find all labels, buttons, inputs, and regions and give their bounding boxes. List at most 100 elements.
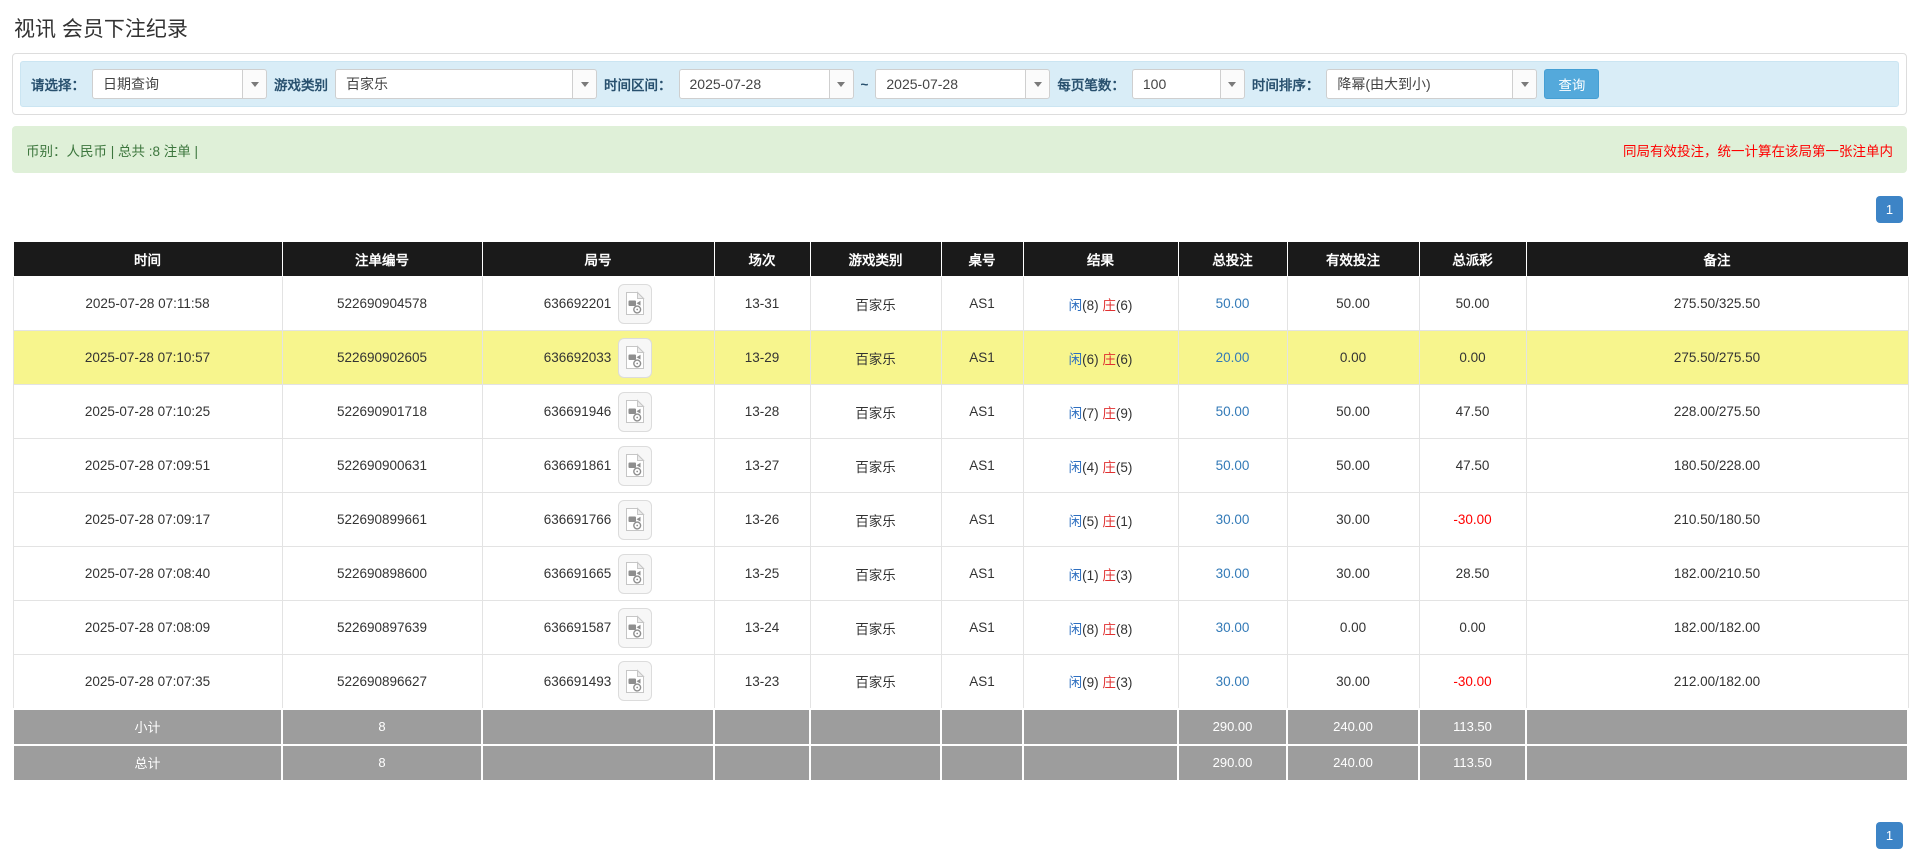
- result-banker: 庄: [1102, 298, 1116, 313]
- table-row: 2025-07-28 07:10:57522690902605636692033…: [13, 331, 1908, 385]
- total-bet-link[interactable]: 50.00: [1216, 404, 1250, 419]
- video-icon: [625, 345, 645, 370]
- result-player: 闲: [1069, 622, 1083, 637]
- table-row: 2025-07-28 07:11:58522690904578636692201…: [13, 277, 1908, 331]
- total-bet-link[interactable]: 50.00: [1216, 458, 1250, 473]
- summary-valid-bet: 240.00: [1287, 709, 1419, 745]
- summary-payout: 113.50: [1419, 745, 1526, 781]
- cell-total-bet: 30.00: [1178, 547, 1287, 601]
- column-header: 总投注: [1178, 242, 1287, 277]
- cell-time: 2025-07-28 07:10:25: [13, 385, 282, 439]
- sort-order-value[interactable]: 降幂(由大到小): [1326, 69, 1512, 99]
- result-banker: 庄: [1102, 568, 1116, 583]
- cell-total-bet: 20.00: [1178, 331, 1287, 385]
- cell-bet-id: 522690904578: [282, 277, 482, 331]
- result-banker: 庄: [1102, 352, 1116, 367]
- page-size-value[interactable]: 100: [1132, 69, 1220, 99]
- cell-result: 闲(1) 庄(3): [1023, 547, 1178, 601]
- total-bet-link[interactable]: 30.00: [1216, 674, 1250, 689]
- video-icon: [625, 615, 645, 640]
- cell-remark: 275.50/325.50: [1526, 277, 1908, 331]
- cell-remark: 210.50/180.50: [1526, 493, 1908, 547]
- video-replay-button[interactable]: [618, 392, 652, 432]
- result-player: 闲: [1069, 406, 1083, 421]
- cell-result: 闲(8) 庄(6): [1023, 277, 1178, 331]
- total-bet-link[interactable]: 30.00: [1216, 512, 1250, 527]
- summary-count: 8: [282, 745, 482, 781]
- video-icon: [625, 453, 645, 478]
- cell-table-no: AS1: [941, 331, 1023, 385]
- date-from-value[interactable]: 2025-07-28: [679, 69, 829, 99]
- page-size-select[interactable]: 100: [1132, 69, 1245, 99]
- query-mode-label: 请选择：: [31, 74, 85, 94]
- result-banker: 庄: [1102, 622, 1116, 637]
- chevron-down-icon[interactable]: [1512, 69, 1537, 99]
- currency-summary-text: 币别：人民币 | 总共 :8 注单 |: [26, 140, 198, 160]
- page-size-label: 每页笔数：: [1057, 74, 1125, 94]
- video-icon: [625, 399, 645, 424]
- cell-result: 闲(8) 庄(8): [1023, 601, 1178, 655]
- cell-payout: -30.00: [1419, 493, 1526, 547]
- cell-session: 13-27: [714, 439, 810, 493]
- table-header-row: 时间注单编号局号场次游戏类别桌号结果总投注有效投注总派彩备注: [13, 242, 1908, 277]
- date-to-value[interactable]: 2025-07-28: [875, 69, 1025, 99]
- cell-valid-bet: 30.00: [1287, 655, 1419, 709]
- cell-total-bet: 50.00: [1178, 385, 1287, 439]
- search-button[interactable]: 查询: [1544, 69, 1599, 99]
- video-replay-button[interactable]: [618, 554, 652, 594]
- chevron-down-icon[interactable]: [572, 69, 597, 99]
- cell-valid-bet: 50.00: [1287, 385, 1419, 439]
- cell-time: 2025-07-28 07:08:40: [13, 547, 282, 601]
- query-mode-select[interactable]: 日期查询: [92, 69, 267, 99]
- video-icon: [625, 507, 645, 532]
- cell-game-type: 百家乐: [810, 547, 941, 601]
- video-replay-button[interactable]: [618, 446, 652, 486]
- total-bet-link[interactable]: 20.00: [1216, 350, 1250, 365]
- cell-session: 13-25: [714, 547, 810, 601]
- cell-table-no: AS1: [941, 547, 1023, 601]
- chevron-down-icon[interactable]: [242, 69, 267, 99]
- sort-order-label: 时间排序：: [1252, 74, 1320, 94]
- cell-valid-bet: 30.00: [1287, 547, 1419, 601]
- summary-total-bet: 290.00: [1178, 745, 1287, 781]
- game-type-value[interactable]: 百家乐: [335, 69, 572, 99]
- video-replay-button[interactable]: [618, 661, 652, 701]
- summary-count: 8: [282, 709, 482, 745]
- cell-game-type: 百家乐: [810, 277, 941, 331]
- table-row: 2025-07-28 07:07:35522690896627636691493…: [13, 655, 1908, 709]
- cell-round-id: 636692201: [482, 277, 714, 331]
- column-header: 有效投注: [1287, 242, 1419, 277]
- date-range-tilde: ~: [861, 77, 869, 92]
- column-header: 局号: [482, 242, 714, 277]
- summary-bar: 币别：人民币 | 总共 :8 注单 | 同局有效投注，统一计算在该局第一张注单内: [12, 126, 1907, 173]
- chevron-down-icon[interactable]: [1220, 69, 1245, 99]
- video-icon: [625, 669, 645, 694]
- cell-game-type: 百家乐: [810, 439, 941, 493]
- game-type-select[interactable]: 百家乐: [335, 69, 597, 99]
- query-mode-value[interactable]: 日期查询: [92, 69, 242, 99]
- date-from-select[interactable]: 2025-07-28: [679, 69, 854, 99]
- bet-records-table: 时间注单编号局号场次游戏类别桌号结果总投注有效投注总派彩备注 2025-07-2…: [12, 241, 1909, 782]
- cell-table-no: AS1: [941, 655, 1023, 709]
- page-button[interactable]: 1: [1876, 196, 1903, 223]
- video-replay-button[interactable]: [618, 338, 652, 378]
- result-player: 闲: [1069, 352, 1083, 367]
- video-replay-button[interactable]: [618, 608, 652, 648]
- date-to-select[interactable]: 2025-07-28: [875, 69, 1050, 99]
- total-row: 总计8290.00240.00113.50: [13, 745, 1908, 781]
- video-replay-button[interactable]: [618, 500, 652, 540]
- total-bet-link[interactable]: 30.00: [1216, 566, 1250, 581]
- chevron-down-icon[interactable]: [829, 69, 854, 99]
- sort-order-select[interactable]: 降幂(由大到小): [1326, 69, 1537, 99]
- total-bet-link[interactable]: 50.00: [1216, 296, 1250, 311]
- cell-session: 13-28: [714, 385, 810, 439]
- chevron-down-icon[interactable]: [1025, 69, 1050, 99]
- column-header: 注单编号: [282, 242, 482, 277]
- video-replay-button[interactable]: [618, 284, 652, 324]
- page-button[interactable]: 1: [1876, 822, 1903, 849]
- total-bet-link[interactable]: 30.00: [1216, 620, 1250, 635]
- cell-round-id: 636691861: [482, 439, 714, 493]
- summary-valid-bet: 240.00: [1287, 745, 1419, 781]
- column-header: 结果: [1023, 242, 1178, 277]
- cell-payout: 47.50: [1419, 439, 1526, 493]
